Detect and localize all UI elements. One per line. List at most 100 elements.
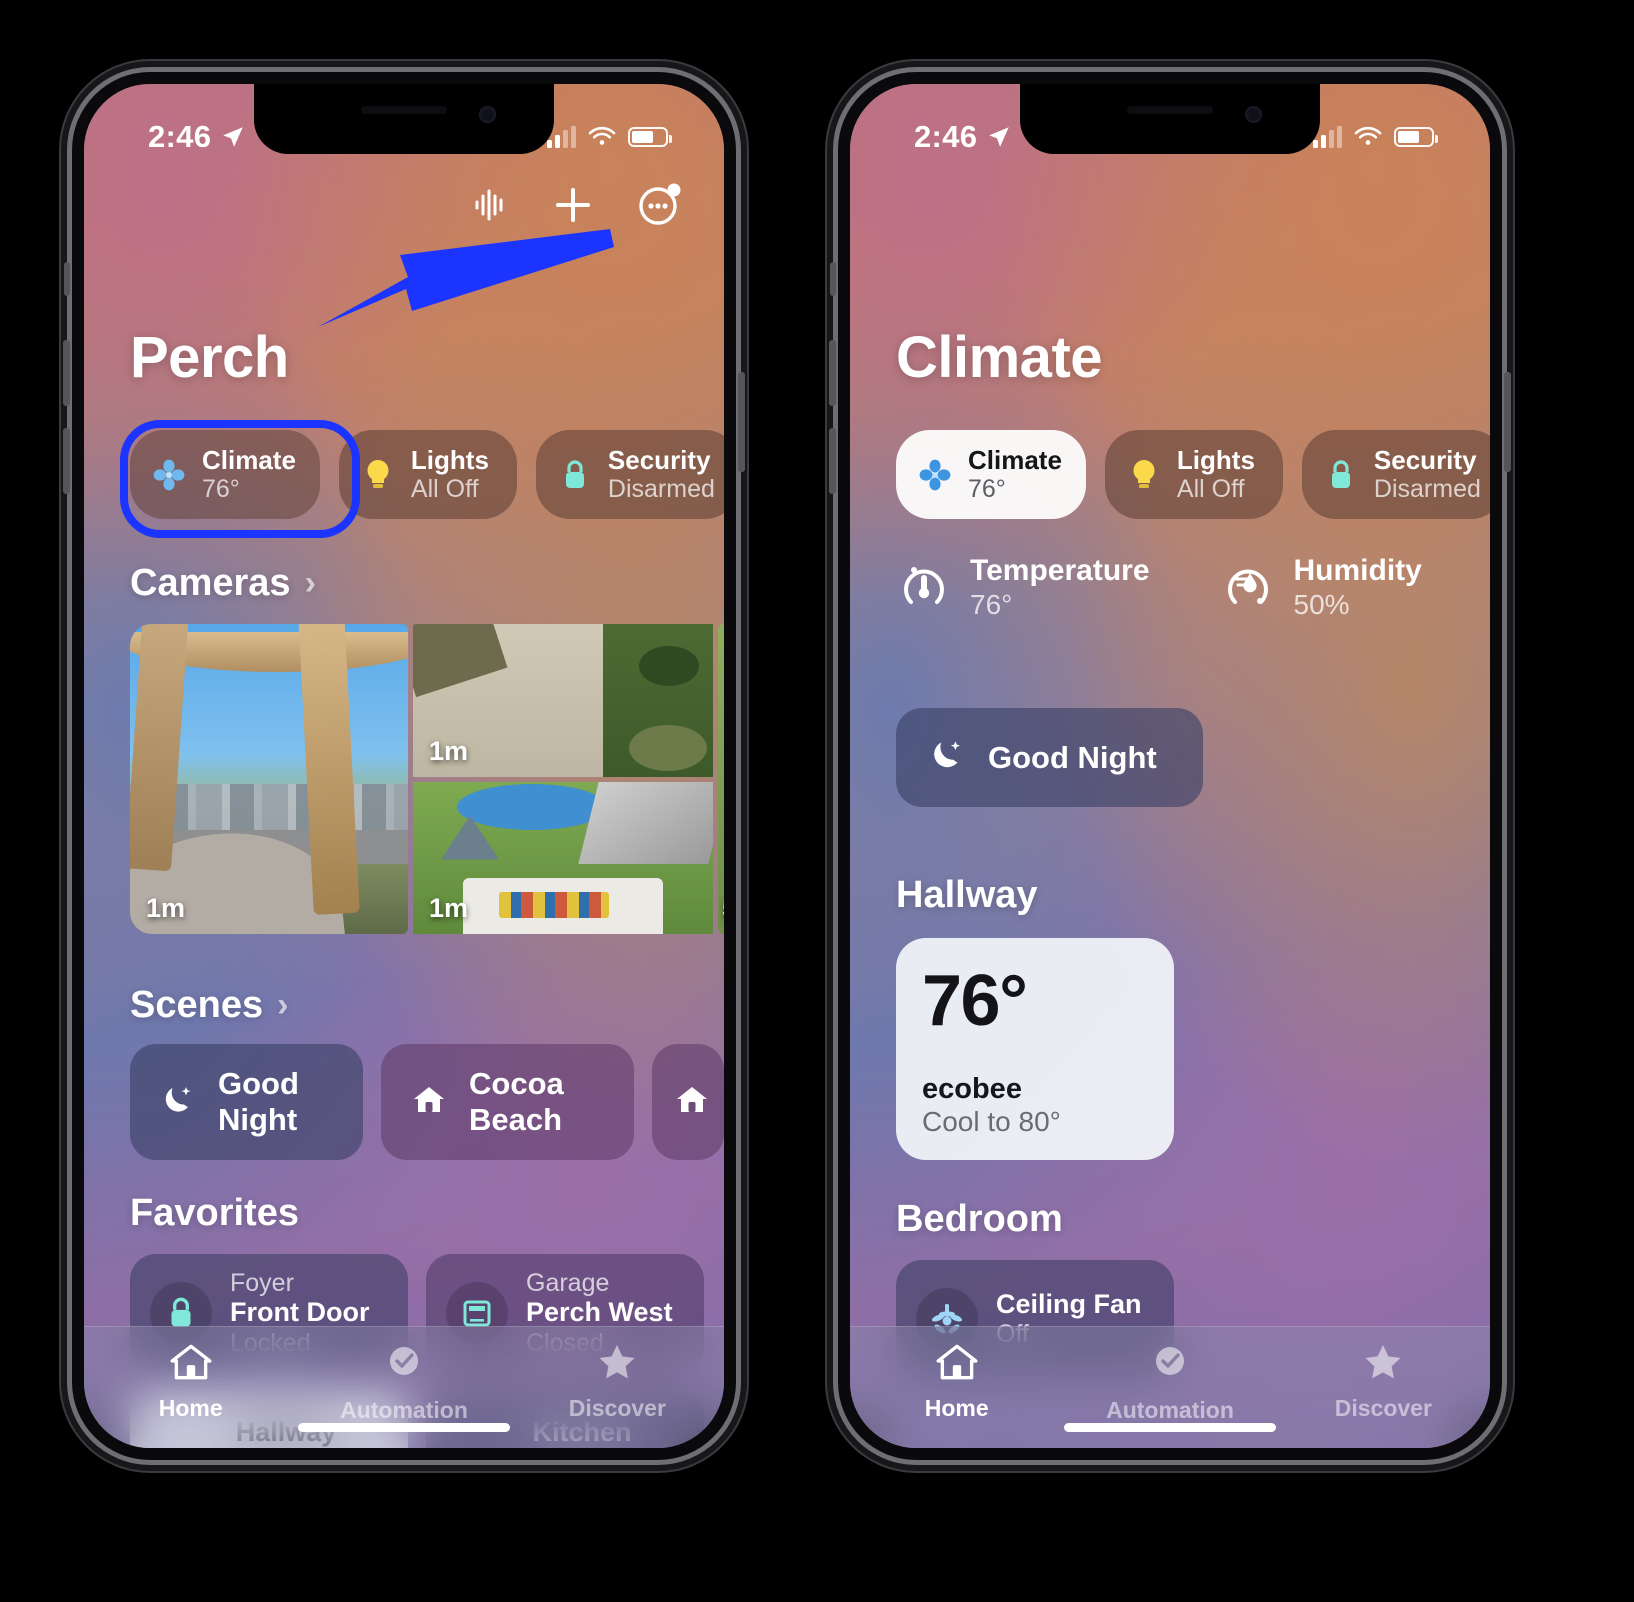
cameras-section-heading[interactable]: Cameras ›: [130, 562, 316, 605]
left-phone-frame: 2:46 Perch Climate 76° Lights All Off Se…: [63, 72, 745, 1460]
thermostat-brand: ecobee: [922, 1073, 1022, 1105]
room-heading-hallway: Hallway: [896, 874, 1038, 917]
tab-discover-label: Discover: [568, 1395, 666, 1421]
chip-security[interactable]: Security Disarmed: [1301, 430, 1490, 520]
tile-name: Perch West: [526, 1297, 673, 1328]
category-chips-right: Climate 76° Lights All Off Security Disa…: [896, 430, 1490, 520]
chip-climate-value: 76°: [202, 475, 240, 504]
driveway-camera-tile[interactable]: 1m: [413, 624, 713, 777]
tile-name: Front Door: [230, 1297, 370, 1328]
cameras-heading-label: Cameras: [130, 562, 291, 604]
right-phone-screen: 2:46 Climate Climate 76° Lights All Off …: [850, 84, 1490, 1448]
chip-security-value: Disarmed: [607, 475, 715, 504]
lightbulb-icon: [359, 456, 397, 494]
more-circle-icon[interactable]: [634, 180, 684, 230]
home-app-left: Perch Climate 76° Lights All Off Securit…: [84, 84, 724, 1448]
location-arrow-icon: [223, 127, 243, 147]
earpiece-speaker: [361, 106, 447, 114]
chip-lights-label: Lights: [410, 445, 489, 475]
top-toolbar-left: [468, 180, 684, 230]
home-icon: [934, 1341, 980, 1388]
chip-security-value: Disarmed: [1373, 475, 1481, 504]
mute-switch[interactable]: [64, 262, 70, 296]
clock-check-icon: [382, 1341, 426, 1390]
tab-discover[interactable]: Discover: [1277, 1341, 1490, 1422]
chip-security[interactable]: Security Disarmed: [535, 430, 724, 520]
chip-lights[interactable]: Lights All Off: [1104, 430, 1283, 520]
tab-home-label: Home: [924, 1395, 989, 1421]
chip-security-label: Security: [1373, 445, 1477, 475]
mute-switch[interactable]: [830, 262, 836, 296]
volume-up-button[interactable]: [63, 340, 70, 406]
front-camera: [479, 106, 496, 123]
backyard-camera-tile[interactable]: 1m: [413, 781, 713, 934]
plus-icon[interactable]: [550, 182, 596, 228]
sensor-name: Humidity: [1293, 554, 1422, 587]
tile-room: Garage: [526, 1268, 610, 1297]
fan-icon: [150, 456, 188, 494]
notch: [1020, 84, 1320, 154]
home-indicator[interactable]: [1064, 1423, 1276, 1432]
front-porch-camera-tile[interactable]: 1m: [130, 624, 408, 934]
scenes-row-right: Good Night: [896, 708, 1203, 807]
tab-automation[interactable]: Automation: [1063, 1341, 1276, 1424]
status-time: 2:46: [914, 119, 978, 154]
scenes-section-heading[interactable]: Scenes ›: [130, 984, 288, 1027]
house-icon: [672, 1080, 712, 1125]
tab-automation[interactable]: Automation: [297, 1341, 510, 1424]
battery-icon: [1394, 127, 1438, 147]
volume-up-button[interactable]: [829, 340, 836, 406]
sensor-value: 50%: [1293, 588, 1350, 620]
scene-partial[interactable]: [652, 1044, 724, 1160]
thermometer-gauge-icon: [896, 557, 952, 618]
tab-discover-label: Discover: [1334, 1395, 1432, 1421]
category-chips-left: Climate 76° Lights All Off Security Disa…: [130, 430, 724, 520]
camera-timestamp: 1m: [146, 893, 186, 923]
page-title: Perch: [130, 325, 289, 390]
tile-room: Foyer: [230, 1268, 294, 1297]
chip-lights-value: All Off: [1176, 475, 1245, 504]
location-arrow-icon: [989, 127, 1009, 147]
sensor-temperature[interactable]: Temperature 76°: [896, 554, 1150, 621]
scenes-row: Good Night Cocoa Beach: [130, 1044, 724, 1160]
volume-down-button[interactable]: [63, 428, 70, 494]
tab-home[interactable]: Home: [850, 1341, 1063, 1422]
power-button[interactable]: [738, 372, 745, 472]
power-button[interactable]: [1504, 372, 1511, 472]
tab-discover[interactable]: Discover: [511, 1341, 724, 1422]
home-indicator[interactable]: [298, 1423, 510, 1432]
star-icon: [1361, 1341, 1405, 1388]
chip-climate-label: Climate: [202, 445, 296, 475]
chip-lights-label: Lights: [1176, 445, 1255, 475]
tab-automation-label: Automation: [1106, 1397, 1234, 1423]
star-icon: [595, 1341, 639, 1388]
status-time-group: 2:46: [148, 119, 246, 155]
chip-lights[interactable]: Lights All Off: [338, 430, 517, 520]
wifi-icon: [1354, 126, 1382, 145]
tab-home[interactable]: Home: [84, 1341, 297, 1422]
page-title: Climate: [896, 325, 1103, 390]
chip-lights-value: All Off: [410, 475, 479, 504]
thermostat-info: ecobee Cool to 80°: [922, 1073, 1148, 1138]
volume-down-button[interactable]: [829, 428, 836, 494]
camera-timestamp: 1m: [429, 735, 469, 766]
chip-climate[interactable]: Climate 76°: [130, 430, 320, 520]
chip-climate[interactable]: Climate 76°: [896, 430, 1086, 520]
camera-column: 1m 1m: [413, 624, 713, 934]
sensor-humidity[interactable]: Humidity 50%: [1220, 554, 1422, 621]
scene-label: Good Night: [218, 1066, 299, 1137]
side-camera-tile[interactable]: 5: [718, 624, 724, 934]
scene-good-night[interactable]: Good Night: [896, 708, 1203, 807]
notch: [254, 84, 554, 154]
wifi-icon: [588, 126, 616, 145]
scene-cocoa-beach[interactable]: Cocoa Beach: [381, 1044, 634, 1160]
camera-grid: 1m 1m 1m: [130, 624, 724, 934]
thermostat-card-hallway[interactable]: 76° ecobee Cool to 80°: [896, 938, 1174, 1160]
room-heading-label: Hallway: [896, 874, 1038, 916]
side-camera-image: [718, 624, 724, 934]
siri-waveform-icon[interactable]: [468, 183, 512, 227]
lightbulb-icon: [1125, 456, 1163, 494]
status-indicators: [547, 126, 672, 148]
scene-good-night[interactable]: Good Night: [130, 1044, 364, 1160]
earpiece-speaker: [1127, 106, 1213, 114]
